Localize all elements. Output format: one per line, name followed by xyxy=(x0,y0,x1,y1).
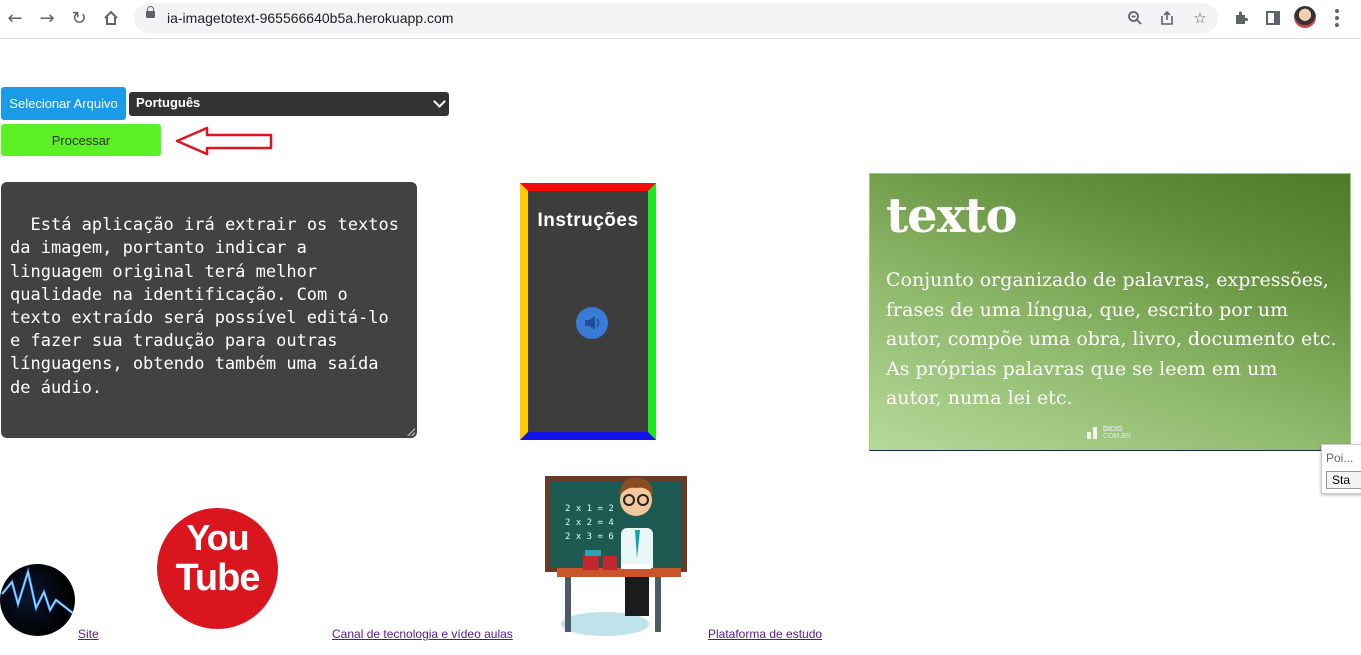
select-file-button[interactable]: Selecionar Arquivo xyxy=(1,87,126,120)
definition-image: texto Conjunto organizado de palavras, e… xyxy=(869,173,1351,451)
share-icon[interactable] xyxy=(1156,7,1178,29)
dicio-watermark: DICIO COM.BR xyxy=(1087,426,1131,440)
site-logo[interactable] xyxy=(0,564,75,636)
instructions-panel: Instruções xyxy=(520,183,656,440)
menu-icon[interactable] xyxy=(1328,6,1346,30)
home-icon[interactable] xyxy=(98,5,124,31)
url-text[interactable]: ia-imagetotext-965566640b5a.herokuapp.co… xyxy=(167,10,453,26)
svg-text:2 x 1 = 2: 2 x 1 = 2 xyxy=(565,504,614,514)
reload-icon[interactable]: ↻ xyxy=(66,5,92,31)
chevron-down-icon xyxy=(433,95,446,108)
site-link[interactable]: Site xyxy=(78,627,99,641)
forward-arrow-icon[interactable]: → xyxy=(34,5,60,31)
address-bar[interactable]: ia-imagetotext-965566640b5a.herokuapp.co… xyxy=(134,3,1218,33)
speaker-icon[interactable] xyxy=(576,307,608,339)
language-select[interactable]: Português xyxy=(129,92,449,116)
profile-avatar[interactable] xyxy=(1294,6,1316,28)
resize-grip-icon[interactable] xyxy=(407,428,415,436)
browser-toolbar: ← → ↻ ia-imagetotext-965566640b5a.heroku… xyxy=(0,0,1361,39)
star-icon[interactable]: ☆ xyxy=(1189,7,1211,29)
language-selected-value: Português xyxy=(136,95,201,110)
definition-word: texto xyxy=(886,188,1018,244)
youtube-logo[interactable]: You Tube xyxy=(157,508,278,629)
svg-text:2 x 3 = 6: 2 x 3 = 6 xyxy=(565,532,614,542)
process-button[interactable]: Processar xyxy=(1,124,161,156)
floating-widget: Poi... Sta xyxy=(1321,444,1361,494)
lock-icon[interactable] xyxy=(146,6,155,18)
side-panel-icon[interactable] xyxy=(1261,6,1285,30)
platform-link[interactable]: Plataforma de estudo xyxy=(708,627,822,641)
arrow-left-icon xyxy=(175,126,273,156)
widget-start-button[interactable]: Sta xyxy=(1326,471,1361,489)
svg-text:2 x 2 = 4: 2 x 2 = 4 xyxy=(565,518,614,528)
back-arrow-icon[interactable]: ← xyxy=(2,5,28,31)
zoom-icon[interactable] xyxy=(1124,7,1146,29)
teacher-illustration[interactable]: 2 x 1 = 2 2 x 2 = 4 2 x 3 = 6 xyxy=(545,466,687,638)
extracted-text-area[interactable]: Está aplicação irá extrair os textos da … xyxy=(1,182,417,438)
widget-input[interactable]: Poi... xyxy=(1326,451,1353,465)
instructions-title: Instruções xyxy=(537,210,639,231)
channel-link[interactable]: Canal de tecnologia e vídeo aulas xyxy=(332,627,513,641)
extensions-icon[interactable] xyxy=(1229,6,1253,30)
definition-text: Conjunto organizado de palavras, express… xyxy=(886,269,1337,409)
description-text: Está aplicação irá extrair os textos da … xyxy=(10,215,410,398)
